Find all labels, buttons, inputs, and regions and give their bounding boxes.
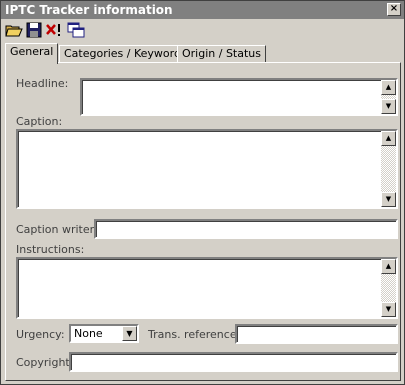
general-panel: Headline: ▲ ▼ Caption: ▲ ▼ Caption write… <box>5 62 401 381</box>
headline-scrollbar[interactable]: ▲ ▼ <box>381 80 396 114</box>
save-icon[interactable] <box>25 21 43 39</box>
trans-reference-field[interactable] <box>235 324 398 344</box>
scroll-down-icon[interactable]: ▼ <box>381 302 396 317</box>
trans-reference-label: Trans. reference: <box>148 328 241 341</box>
caption-writer-label: Caption writer: <box>16 223 98 236</box>
open-folder-icon[interactable] <box>5 21 23 39</box>
title-bar: IPTC Tracker information × <box>1 1 404 19</box>
copyright-label: Copyright: <box>16 356 74 369</box>
urgency-label: Urgency: <box>16 328 65 341</box>
urgency-select[interactable]: None ▼ <box>69 324 139 343</box>
scroll-down-icon[interactable]: ▼ <box>381 99 396 114</box>
toolbar <box>3 20 402 40</box>
scroll-down-icon[interactable]: ▼ <box>381 192 396 207</box>
scroll-up-icon[interactable]: ▲ <box>381 131 396 146</box>
scroll-up-icon[interactable]: ▲ <box>381 80 396 95</box>
close-button[interactable]: × <box>387 3 401 16</box>
tab-origin-status[interactable]: Origin / Status <box>177 45 266 63</box>
caption-field[interactable]: ▲ ▼ <box>16 129 398 209</box>
window-title: IPTC Tracker information <box>5 3 173 17</box>
tab-categories-keywords[interactable]: Categories / Keywords <box>59 45 192 63</box>
delete-icon[interactable] <box>45 21 63 39</box>
instructions-scrollbar[interactable]: ▲ ▼ <box>381 259 396 317</box>
copyright-field[interactable] <box>69 352 398 372</box>
copy-to-clipboard-icon[interactable] <box>67 21 85 39</box>
scroll-up-icon[interactable]: ▲ <box>381 259 396 274</box>
instructions-field[interactable]: ▲ ▼ <box>16 257 398 319</box>
headline-label: Headline: <box>16 77 69 90</box>
chevron-down-icon[interactable]: ▼ <box>122 326 137 341</box>
headline-field[interactable]: ▲ ▼ <box>80 78 398 116</box>
urgency-value: None <box>74 327 103 340</box>
iptc-tracker-window: IPTC Tracker information × General Categ… <box>0 0 405 385</box>
caption-label: Caption: <box>16 115 63 128</box>
instructions-label: Instructions: <box>16 243 85 256</box>
caption-writer-field[interactable] <box>94 219 398 239</box>
tab-general[interactable]: General <box>5 43 59 64</box>
caption-scrollbar[interactable]: ▲ ▼ <box>381 131 396 207</box>
